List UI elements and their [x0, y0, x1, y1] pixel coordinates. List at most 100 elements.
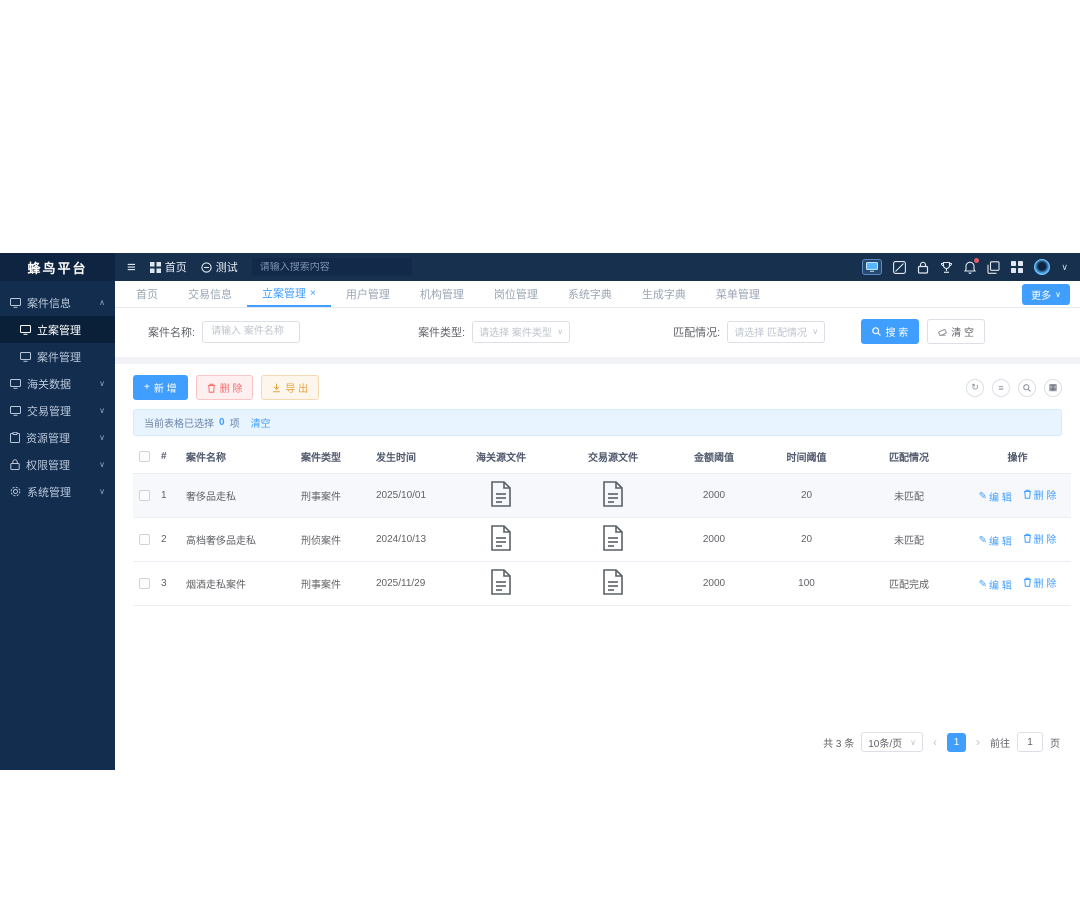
delete-button-label: 删 除 — [219, 384, 243, 395]
tab-system-dict[interactable]: 系统字典 — [553, 281, 627, 307]
row-edit-link[interactable]: ✎ 编 辑 — [979, 577, 1012, 592]
goto-page-input[interactable] — [1017, 732, 1043, 752]
tab-home[interactable]: 首页 — [121, 281, 173, 307]
header-match-status: 匹配情况 — [854, 440, 964, 474]
customs-file-icon[interactable] — [490, 569, 512, 595]
monitor-icon — [20, 324, 31, 335]
tab-org-manage[interactable]: 机构管理 — [405, 281, 479, 307]
row-checkbox[interactable] — [139, 577, 150, 589]
selection-count: 0 — [219, 417, 225, 428]
sidebar-group-case-info[interactable]: 案件信息 ∧ — [0, 289, 115, 316]
customs-file-icon[interactable] — [490, 481, 512, 507]
header-amount-threshold: 金额阈值 — [669, 440, 759, 474]
language-icon[interactable] — [893, 260, 907, 274]
clear-button[interactable]: 清 空 — [927, 319, 985, 344]
app-window: 蜂鸟平台 ≡ 首页 测试 请输入搜索内容 ∨ 案件信息 ∧ 立案管理 案件管理 … — [0, 253, 1080, 770]
add-button[interactable]: + 新 增 — [133, 375, 188, 400]
trade-file-icon[interactable] — [602, 481, 624, 507]
tab-menu-manage[interactable]: 菜单管理 — [701, 281, 775, 307]
row-delete-link[interactable]: 删 除 — [1023, 575, 1056, 590]
sidebar-group-customs-data[interactable]: 海关数据 ∨ — [0, 370, 115, 397]
search-button[interactable]: 搜 索 — [861, 319, 920, 344]
cell-index: 2 — [155, 517, 180, 562]
case-name-input[interactable] — [202, 320, 301, 343]
tab-gen-dict[interactable]: 生成字典 — [627, 281, 701, 307]
chevron-down-icon: ∨ — [910, 737, 916, 747]
notification-bell-icon[interactable] — [964, 257, 980, 274]
search-icon — [872, 327, 882, 336]
pencil-icon: ✎ — [978, 535, 988, 547]
cell-case-name: 高档奢侈品走私 — [180, 517, 295, 562]
top-menu-home[interactable]: 首页 — [149, 259, 187, 275]
zoom-icon[interactable] — [1018, 378, 1036, 397]
global-search[interactable] — [251, 258, 412, 276]
cell-amount-threshold: 2000 — [669, 473, 759, 518]
row-edit-link[interactable]: ✎ 编 辑 — [979, 489, 1012, 504]
sidebar-group-system-manage[interactable]: 系统管理 ∨ — [0, 478, 115, 505]
screen-capture-icon[interactable] — [862, 259, 883, 275]
chevron-down-icon: ∨ — [99, 487, 105, 496]
sidebar-group-resource-manage[interactable]: 资源管理 ∨ — [0, 424, 115, 451]
tab-case-filing[interactable]: 立案管理 × — [247, 281, 331, 307]
hamburger-menu-icon[interactable]: ≡ — [127, 260, 136, 275]
prev-page-button[interactable]: ‹ — [930, 735, 940, 749]
eraser-icon — [938, 328, 947, 336]
page-number-button[interactable]: 1 — [947, 732, 966, 752]
sidebar-group-permission-manage[interactable]: 权限管理 ∨ — [0, 451, 115, 478]
tab-post-manage[interactable]: 岗位管理 — [479, 281, 553, 307]
match-status-select[interactable]: 请选择 匹配情况 ∨ — [727, 320, 826, 343]
row-edit-link[interactable]: ✎ 编 辑 — [979, 533, 1012, 548]
customs-file-icon[interactable] — [490, 525, 512, 551]
selection-clear-link[interactable]: 清空 — [251, 415, 271, 430]
trophy-icon[interactable] — [940, 261, 953, 274]
tab-user-manage[interactable]: 用户管理 — [331, 281, 405, 307]
row-checkbox[interactable] — [139, 533, 150, 545]
column-settings-icon[interactable]: ▦ — [1044, 378, 1062, 397]
table-header-row: # 案件名称 案件类型 发生时间 海关源文件 交易源文件 金额阈值 时间阈值 匹… — [133, 440, 1071, 474]
header-case-type: 案件类型 — [295, 440, 370, 474]
sidebar-item-case-manage[interactable]: 案件管理 — [0, 343, 115, 370]
cell-amount-threshold: 2000 — [669, 517, 759, 562]
table-card: + 新 增 删 除 导 出 ↻ ≡ ▦ 当前表格已选择 0 项 清空 # 案件名… — [115, 364, 1080, 770]
export-button[interactable]: 导 出 — [261, 375, 320, 400]
sidebar-group-trade-manage[interactable]: 交易管理 ∨ — [0, 397, 115, 424]
copy-documents-icon[interactable] — [987, 260, 1000, 274]
chevron-down-icon: ∨ — [1055, 289, 1061, 299]
chevron-down-icon: ∨ — [557, 327, 564, 336]
filter-case-name: 案件名称: — [148, 320, 301, 343]
cell-case-name: 烟酒走私案件 — [180, 561, 295, 606]
cases-table: # 案件名称 案件类型 发生时间 海关源文件 交易源文件 金额阈值 时间阈值 匹… — [133, 440, 1071, 606]
trade-file-icon[interactable] — [602, 569, 624, 595]
chevron-down-icon: ∨ — [99, 460, 105, 469]
plus-icon: + — [144, 382, 150, 393]
row-checkbox[interactable] — [139, 489, 150, 501]
select-all-checkbox[interactable] — [139, 450, 150, 462]
density-icon[interactable]: ≡ — [992, 378, 1010, 397]
tabs-more-button[interactable]: 更多 ∨ — [1022, 283, 1070, 305]
fullscreen-grid-icon[interactable] — [1011, 261, 1024, 273]
trash-icon — [207, 383, 215, 393]
sidebar-item-case-filing[interactable]: 立案管理 — [0, 316, 115, 343]
page-size-select[interactable]: 10条/页 ∨ — [861, 732, 923, 752]
global-search-input[interactable] — [259, 261, 404, 273]
case-type-select[interactable]: 请选择 案件类型 ∨ — [472, 320, 571, 343]
lock-icon[interactable] — [917, 261, 929, 274]
tab-label: 立案管理 — [262, 288, 306, 300]
sidebar-group-label: 权限管理 — [26, 459, 70, 472]
filter-buttons: 搜 索 清 空 — [861, 319, 985, 344]
user-menu-chevron-down-icon[interactable]: ∨ — [1061, 262, 1068, 273]
delete-button[interactable]: 删 除 — [195, 375, 254, 400]
case-type-label: 案件类型: — [418, 326, 466, 339]
top-menu-test[interactable]: 测试 — [201, 259, 238, 275]
trade-file-icon[interactable] — [602, 525, 624, 551]
user-avatar[interactable] — [1034, 259, 1051, 275]
topbar-icon-group: ∨ — [862, 257, 1068, 275]
topbar: 蜂鸟平台 ≡ 首页 测试 请输入搜索内容 ∨ — [0, 253, 1080, 281]
clear-button-label: 清 空 — [951, 328, 974, 339]
tab-trade-info[interactable]: 交易信息 — [173, 281, 247, 307]
close-icon[interactable]: × — [310, 288, 316, 299]
row-delete-link[interactable]: 删 除 — [1023, 531, 1056, 546]
row-delete-link[interactable]: 删 除 — [1023, 487, 1056, 502]
refresh-icon[interactable]: ↻ — [966, 378, 984, 397]
next-page-button[interactable]: › — [973, 735, 983, 749]
